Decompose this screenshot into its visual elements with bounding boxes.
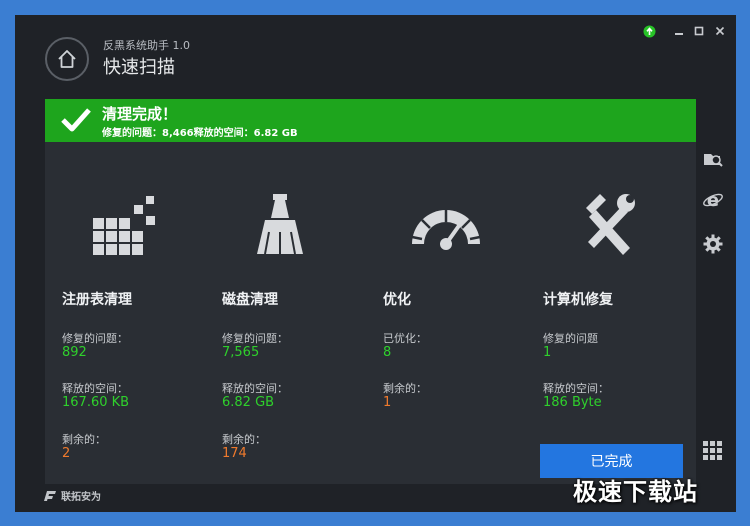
disk-search-icon bbox=[704, 154, 723, 167]
minimize-icon bbox=[675, 33, 683, 35]
stat-label: 剩余的： bbox=[222, 433, 266, 446]
maximize-icon bbox=[694, 26, 704, 36]
stat-label: 修复的问题 bbox=[543, 332, 598, 345]
banner-title: 清理完成！ bbox=[102, 105, 178, 123]
stat-label: 已优化： bbox=[383, 332, 427, 345]
close-icon bbox=[715, 26, 725, 36]
close-button[interactable] bbox=[712, 23, 728, 39]
stat-label: 释放的空间： bbox=[222, 382, 288, 395]
stat-value: 1 bbox=[543, 345, 552, 360]
sidebar-settings[interactable] bbox=[701, 232, 725, 256]
update-arrow-icon bbox=[643, 25, 655, 37]
column-title: 优化 bbox=[383, 292, 411, 308]
stat-label: 释放的空间： bbox=[543, 382, 609, 395]
brand-name: 联拓安为 bbox=[61, 492, 101, 503]
minimize-button[interactable] bbox=[671, 23, 687, 39]
sidebar-apps[interactable] bbox=[701, 439, 725, 463]
speedometer-icon bbox=[411, 210, 481, 250]
app-frame: 反黑系统助手 1.0 快速扫描 清理完成！ 修复的问题：8,466释放的空间：6… bbox=[0, 0, 750, 526]
stat-value: 8 bbox=[383, 345, 392, 360]
results-panel: 注册表清理 修复的问题： 892 释放的空间： 167.60 KB 剩余的： 2 bbox=[45, 142, 696, 484]
optimize-column: 优化 已优化： 8 剩余的： 1 bbox=[366, 142, 526, 484]
browser-e-icon: e bbox=[703, 190, 723, 211]
banner-summary: 修复的问题：8,466释放的空间：6.82 GB bbox=[102, 128, 298, 139]
check-icon bbox=[61, 108, 91, 132]
brand-logo-icon bbox=[44, 490, 56, 501]
stat-label: 释放的空间： bbox=[62, 382, 128, 395]
stat-label: 修复的问题： bbox=[62, 332, 128, 345]
registry-cleanup-column: 注册表清理 修复的问题： 892 释放的空间： 167.60 KB 剩余的： 2 bbox=[45, 142, 205, 484]
stat-value: 186 Byte bbox=[543, 395, 602, 410]
maximize-button[interactable] bbox=[691, 23, 707, 39]
stat-label: 剩余的： bbox=[383, 382, 427, 395]
home-icon bbox=[58, 50, 76, 68]
stat-value: 7,565 bbox=[222, 345, 260, 360]
svg-text:e: e bbox=[707, 190, 719, 211]
stat-label: 修复的问题： bbox=[222, 332, 288, 345]
page-title: 快速扫描 bbox=[103, 57, 175, 78]
registry-blocks-icon bbox=[93, 196, 155, 255]
app-title: 反黑系统助手 1.0 bbox=[103, 39, 190, 52]
stat-value: 892 bbox=[62, 345, 87, 360]
completion-banner: 清理完成！ 修复的问题：8,466释放的空间：6.82 GB bbox=[45, 99, 696, 142]
brand: 联拓安为 bbox=[43, 488, 101, 503]
site-watermark: 极速下载站 bbox=[573, 478, 698, 506]
column-title: 注册表清理 bbox=[62, 292, 132, 308]
stat-value: 167.60 KB bbox=[62, 395, 130, 410]
app-window: 反黑系统助手 1.0 快速扫描 清理完成！ 修复的问题：8,466释放的空间：6… bbox=[15, 15, 736, 512]
stat-value: 174 bbox=[222, 446, 247, 461]
sidebar-disk-search[interactable] bbox=[701, 146, 725, 170]
column-title: 计算机修复 bbox=[543, 292, 613, 308]
computer-repair-column: 计算机修复 修复的问题 1 释放的空间： 186 Byte bbox=[526, 142, 686, 484]
stat-value: 6.82 GB bbox=[222, 395, 275, 410]
update-button[interactable] bbox=[641, 23, 657, 39]
column-title: 磁盘清理 bbox=[222, 292, 278, 308]
home-button[interactable] bbox=[45, 37, 89, 81]
wrench-hammer-icon bbox=[586, 194, 635, 255]
broom-icon bbox=[257, 194, 303, 255]
stat-value: 1 bbox=[383, 395, 392, 410]
stat-value: 2 bbox=[62, 446, 71, 461]
sidebar-browser[interactable]: e bbox=[701, 188, 725, 212]
gear-icon bbox=[703, 234, 723, 254]
stat-label: 剩余的： bbox=[62, 433, 106, 446]
grid-apps-icon bbox=[703, 441, 722, 460]
disk-cleanup-column: 磁盘清理 修复的问题： 7,565 释放的空间： 6.82 GB 剩余的： 17… bbox=[205, 142, 365, 484]
